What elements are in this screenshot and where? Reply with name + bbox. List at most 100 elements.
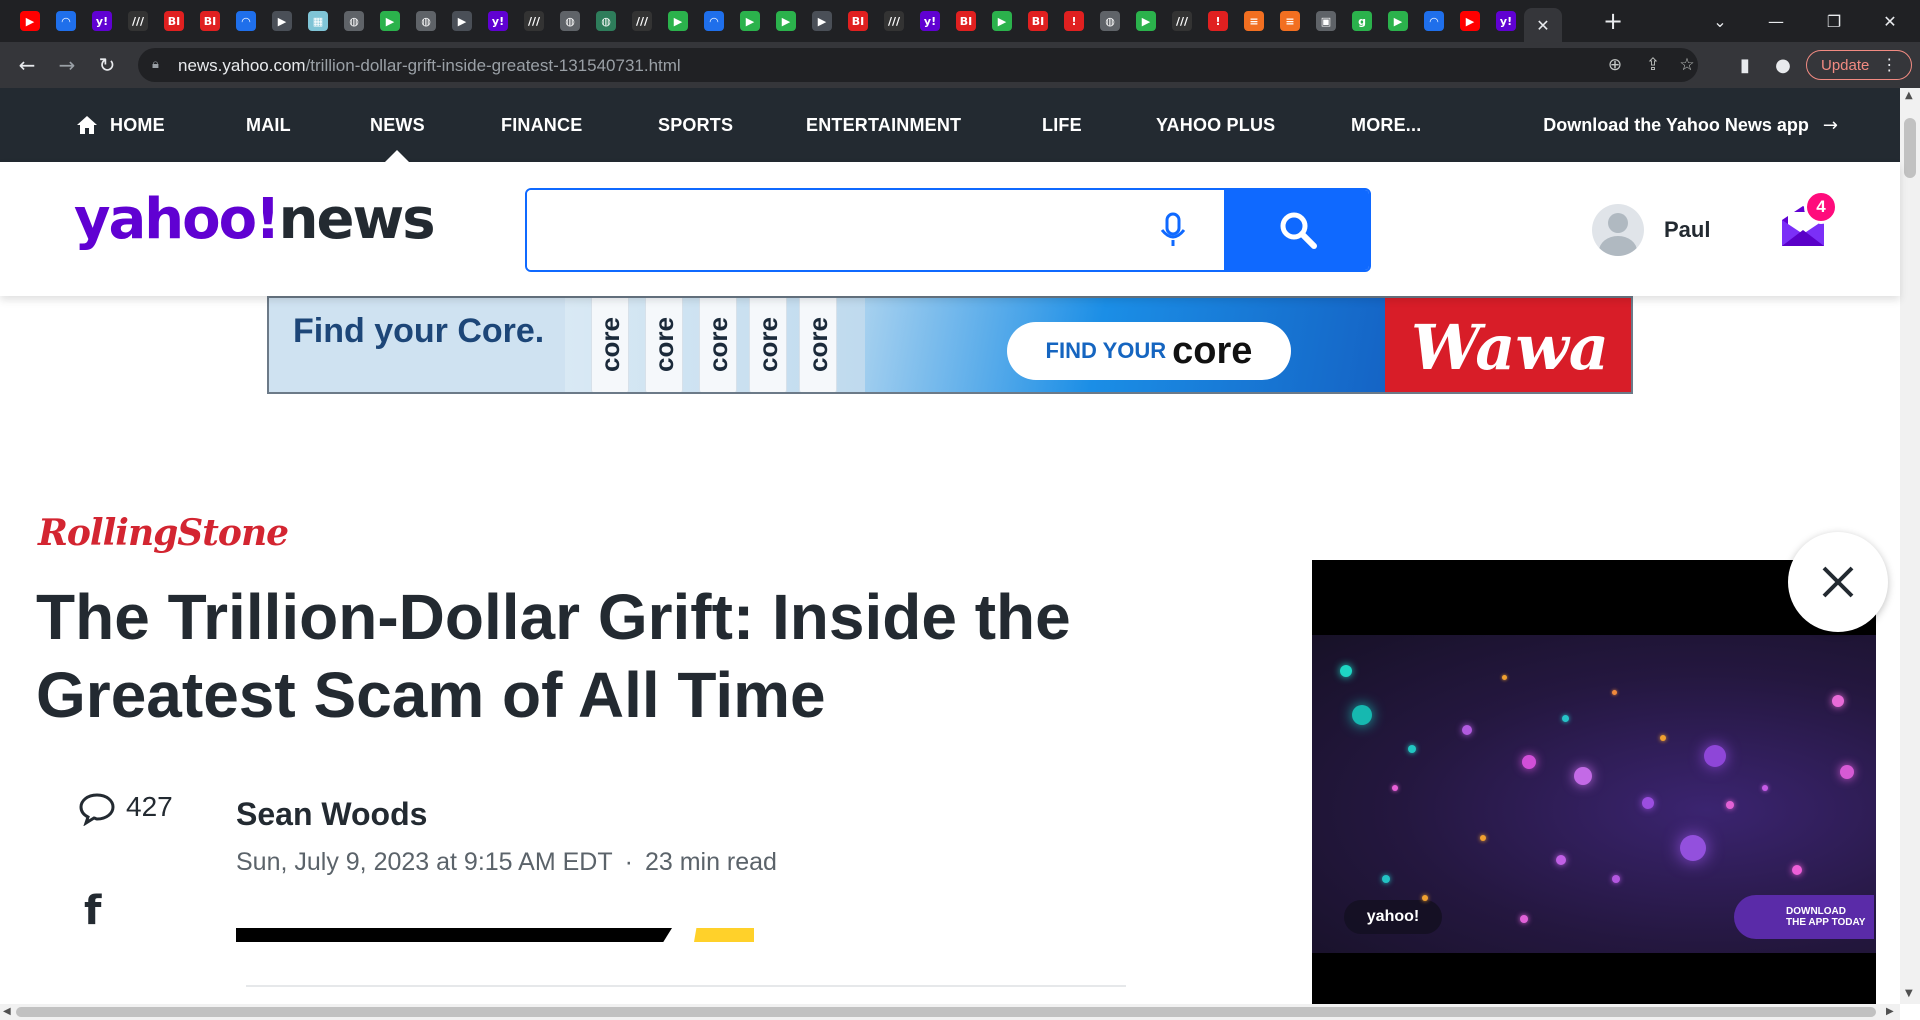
yahoo-finance-badge: yahoo! — [1344, 900, 1442, 934]
scrollbar-thumb[interactable] — [16, 1007, 1876, 1017]
browser-tab[interactable]: /// — [876, 8, 912, 34]
browser-tab[interactable]: ▶ — [1380, 8, 1416, 34]
microphone-icon[interactable] — [1155, 210, 1191, 250]
browser-tab[interactable]: ▶ — [1452, 8, 1488, 34]
browser-tab[interactable]: ◍ — [1092, 8, 1128, 34]
particle — [1792, 865, 1802, 875]
nav-life[interactable]: LIFE — [1042, 88, 1082, 162]
browser-tab[interactable]: ▶ — [804, 8, 840, 34]
new-tab-button[interactable]: + — [1598, 6, 1628, 36]
forward-button[interactable]: → — [52, 50, 82, 80]
browser-tab[interactable]: y! — [480, 8, 516, 34]
scroll-left-icon[interactable]: ◀ — [3, 1006, 11, 1017]
browser-tab[interactable]: g — [1344, 8, 1380, 34]
browser-tab[interactable]: ▶ — [1128, 8, 1164, 34]
browser-tab[interactable]: ◍ — [552, 8, 588, 34]
update-button[interactable]: Update ⋮ — [1806, 50, 1912, 80]
browser-tab[interactable]: y! — [1488, 8, 1524, 34]
close-window-button[interactable]: ✕ — [1862, 0, 1918, 42]
browser-tab[interactable]: y! — [84, 8, 120, 34]
browser-tab[interactable]: ◠ — [696, 8, 732, 34]
browser-tab[interactable]: BI — [840, 8, 876, 34]
browser-tab[interactable]: ◍ — [408, 8, 444, 34]
facebook-icon[interactable]: f — [84, 888, 101, 934]
lock-icon[interactable]: 🔒︎ — [152, 56, 159, 72]
browser-tab[interactable]: ▶ — [372, 8, 408, 34]
share-icon[interactable]: ⇪ — [1640, 53, 1666, 77]
video-player[interactable]: yahoo! DOWNLOAD THE APP TODAY — [1312, 560, 1876, 1020]
browser-tab[interactable]: /// — [1164, 8, 1200, 34]
tab-list: ▶ ◠ y! /// BI BI ◠ ▶ ▦ ◍ ▶ ◍ ▶ y! /// ◍ ◍ /// ▶ ◠ ▶ ▶ ▶ BI /// y!… — [12, 8, 1562, 42]
download-app-link[interactable]: Download the Yahoo News app → — [1543, 88, 1838, 162]
user-menu[interactable]: Paul — [1592, 204, 1710, 256]
browser-tab[interactable]: ▶ — [768, 8, 804, 34]
avatar[interactable] — [1592, 204, 1644, 256]
nav-finance[interactable]: FINANCE — [501, 88, 582, 162]
publisher-logo[interactable]: RollingStone — [38, 512, 289, 554]
vertical-scrollbar[interactable]: ▲ ▼ — [1900, 88, 1920, 1004]
comment-count[interactable]: 427 — [126, 791, 173, 823]
yahoo-news-logo[interactable]: yahoo!news — [74, 192, 436, 248]
reload-button[interactable]: ↻ — [92, 50, 122, 80]
scroll-right-icon[interactable]: ▶ — [1886, 1006, 1894, 1017]
browser-tab[interactable]: ! — [1056, 8, 1092, 34]
browser-tab[interactable]: ▶ — [264, 8, 300, 34]
browser-tab[interactable]: y! — [912, 8, 948, 34]
nav-sports[interactable]: SPORTS — [658, 88, 733, 162]
browser-tab[interactable]: ▶ — [12, 8, 48, 34]
browser-tab[interactable]: ▶ — [984, 8, 1020, 34]
menu-dots-icon[interactable]: ⋮ — [1881, 55, 1897, 75]
browser-tab[interactable]: ◠ — [48, 8, 84, 34]
browser-tab[interactable]: /// — [516, 8, 552, 34]
active-tab[interactable]: ✕ — [1524, 8, 1562, 42]
ad-cta-button[interactable]: FIND YOUR core — [1007, 322, 1291, 380]
nav-entertainment[interactable]: ENTERTAINMENT — [806, 88, 961, 162]
tab-search-icon[interactable]: ⌄ — [1692, 0, 1748, 42]
close-tab-icon[interactable]: ✕ — [1533, 15, 1553, 35]
profile-icon[interactable]: ● — [1768, 50, 1798, 80]
scroll-up-icon[interactable]: ▲ — [1905, 90, 1913, 101]
browser-tab[interactable]: ▶ — [660, 8, 696, 34]
browser-tab[interactable]: ▶ — [732, 8, 768, 34]
browser-tab[interactable]: ◠ — [1416, 8, 1452, 34]
nav-mail[interactable]: MAIL — [246, 88, 291, 162]
browser-tab[interactable]: ◍ — [336, 8, 372, 34]
browser-tab[interactable]: ≡ — [1272, 8, 1308, 34]
browser-tab[interactable]: /// — [120, 8, 156, 34]
search-input[interactable] — [527, 190, 1223, 270]
scroll-down-icon[interactable]: ▼ — [1905, 988, 1913, 999]
browser-tab[interactable]: /// — [624, 8, 660, 34]
close-video-button[interactable] — [1788, 532, 1888, 632]
minimize-button[interactable]: — — [1748, 0, 1804, 42]
zoom-icon[interactable]: ⊕ — [1602, 53, 1628, 77]
search-button[interactable] — [1224, 190, 1369, 270]
browser-tab[interactable]: ▣ — [1308, 8, 1344, 34]
ad-banner[interactable]: Find your Core. core core core core core… — [267, 296, 1633, 394]
browser-tab[interactable]: ◠ — [228, 8, 264, 34]
side-panel-icon[interactable]: ▮ — [1730, 50, 1760, 80]
maximize-button[interactable]: ❐ — [1806, 0, 1862, 42]
nav-more[interactable]: MORE... — [1351, 88, 1421, 162]
nav-yahoo-plus[interactable]: YAHOO PLUS — [1156, 88, 1275, 162]
user-name[interactable]: Paul — [1664, 217, 1710, 243]
back-button[interactable]: ← — [12, 50, 42, 80]
browser-tab[interactable]: ≡ — [1236, 8, 1272, 34]
nav-home[interactable]: HOME — [76, 88, 165, 162]
browser-tab[interactable]: BI — [192, 8, 228, 34]
url-text[interactable]: news.yahoo.com/trillion-dollar-grift-ins… — [178, 56, 681, 76]
browser-tab[interactable]: ▦ — [300, 8, 336, 34]
author-name[interactable]: Sean Woods — [236, 796, 427, 833]
browser-tab[interactable]: ▶ — [444, 8, 480, 34]
browser-tab[interactable]: ! — [1200, 8, 1236, 34]
browser-tab[interactable]: ◍ — [588, 8, 624, 34]
decorative-accent-bar — [694, 928, 754, 942]
scrollbar-thumb[interactable] — [1904, 118, 1916, 178]
browser-tab[interactable]: BI — [948, 8, 984, 34]
address-bar[interactable]: 🔒︎ news.yahoo.com/trillion-dollar-grift-… — [138, 48, 1698, 82]
browser-tab[interactable]: BI — [1020, 8, 1056, 34]
video-frame[interactable]: yahoo! DOWNLOAD THE APP TODAY — [1312, 635, 1876, 953]
browser-tab[interactable]: BI — [156, 8, 192, 34]
horizontal-scrollbar[interactable]: ◀ ▶ — [0, 1004, 1900, 1020]
comment-icon[interactable] — [78, 792, 116, 826]
bookmark-star-icon[interactable]: ☆ — [1674, 53, 1700, 77]
